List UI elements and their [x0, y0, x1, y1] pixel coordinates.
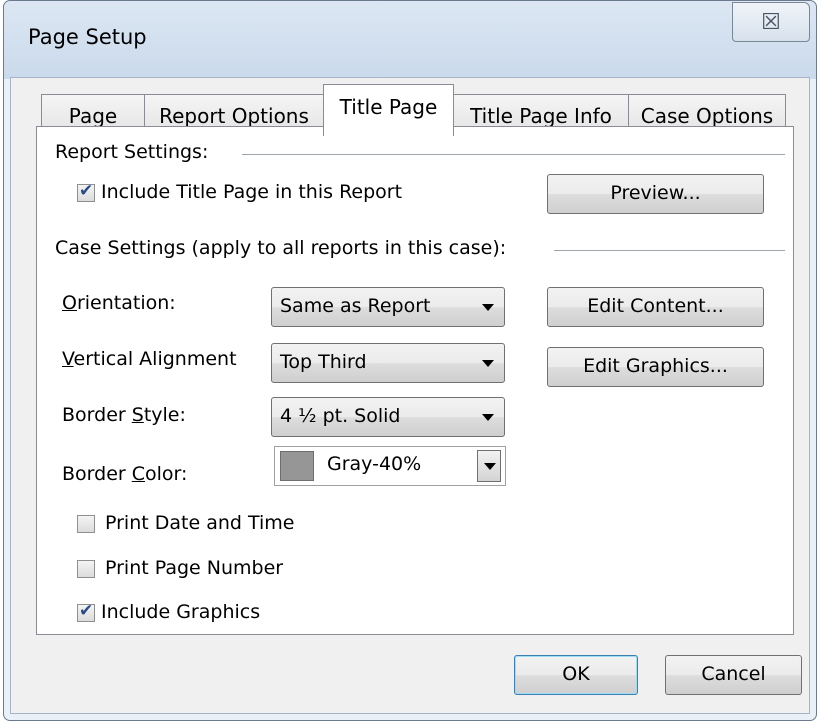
edit-content-button-label: Edit Content... — [587, 295, 724, 317]
edit-content-button[interactable]: Edit Content... — [547, 287, 764, 327]
edit-graphics-button[interactable]: Edit Graphics... — [547, 347, 764, 387]
page-setup-dialog: Page Setup ☒ Page Report Options Title P… — [3, 0, 817, 721]
group-divider — [554, 250, 785, 251]
checkmark-icon: ✔ — [79, 181, 94, 201]
border-color-accel: C — [131, 463, 146, 485]
border-style-value: 4 ½ pt. Solid — [280, 405, 401, 427]
print-date-time-label: Print Date and Time — [105, 512, 295, 534]
print-date-time-checkbox[interactable] — [77, 515, 95, 533]
orientation-label: Orientation: — [62, 292, 176, 314]
chevron-down-icon — [482, 304, 494, 311]
preview-button[interactable]: Preview... — [547, 174, 764, 214]
chevron-down-icon — [482, 414, 494, 421]
border-style-select[interactable]: 4 ½ pt. Solid — [271, 397, 505, 437]
report-settings-heading: Report Settings: — [55, 141, 209, 163]
orientation-select[interactable]: Same as Report — [271, 287, 505, 327]
tab-label: Case Options — [640, 104, 774, 128]
border-style-label-pre: Border — [62, 404, 132, 426]
border-style-accel: S — [131, 404, 144, 426]
close-icon: ☒ — [761, 9, 781, 35]
border-color-label: Border Color: — [62, 463, 187, 485]
chevron-down-icon — [484, 463, 496, 470]
orientation-value: Same as Report — [280, 295, 431, 317]
include-title-page-checkbox[interactable]: ✔ — [77, 181, 95, 202]
tab-label: Title Page — [339, 95, 438, 119]
border-color-value: Gray-40% — [327, 453, 422, 475]
dropdown-button[interactable] — [477, 450, 501, 482]
preview-button-label: Preview... — [610, 182, 701, 204]
border-color-label-text: olor: — [145, 463, 188, 485]
window-title: Page Setup — [28, 25, 147, 49]
ok-button[interactable]: OK — [514, 655, 638, 695]
cancel-button[interactable]: Cancel — [665, 655, 802, 695]
vertical-alignment-accel: V — [62, 348, 74, 370]
tab-title-page[interactable]: Title Page — [323, 84, 454, 136]
include-graphics-label: Include Graphics — [101, 601, 261, 623]
vertical-alignment-label: Vertical Alignment — [62, 348, 237, 370]
case-settings-heading: Case Settings (apply to all reports in t… — [55, 237, 507, 259]
vertical-alignment-label-text: ertical Alignment — [73, 348, 237, 370]
print-page-number-label: Print Page Number — [105, 557, 284, 579]
group-divider — [242, 154, 785, 155]
orientation-label-text: rientation: — [76, 292, 176, 314]
border-color-label-pre: Border — [62, 463, 132, 485]
vertical-alignment-select[interactable]: Top Third — [271, 343, 505, 383]
orientation-accel: O — [62, 292, 77, 314]
close-button[interactable]: ☒ — [732, 2, 810, 42]
border-color-select[interactable]: Gray-40% — [274, 446, 506, 486]
print-page-number-checkbox[interactable] — [77, 560, 95, 578]
border-style-label: Border Style: — [62, 404, 186, 426]
cancel-button-label: Cancel — [701, 663, 766, 685]
checkmark-icon: ✔ — [79, 601, 94, 621]
include-title-page-label: Include Title Page in this Report — [101, 181, 403, 203]
tab-label: Title Page Info — [470, 104, 612, 128]
border-style-label-text: tyle: — [143, 404, 186, 426]
chevron-down-icon — [482, 360, 494, 367]
tab-label: Page — [68, 104, 118, 128]
include-graphics-checkbox[interactable]: ✔ — [77, 601, 95, 622]
vertical-alignment-value: Top Third — [280, 351, 367, 373]
edit-graphics-button-label: Edit Graphics... — [583, 355, 728, 377]
color-swatch — [280, 451, 314, 481]
tab-label: Report Options — [159, 104, 309, 128]
ok-button-label: OK — [562, 663, 590, 685]
